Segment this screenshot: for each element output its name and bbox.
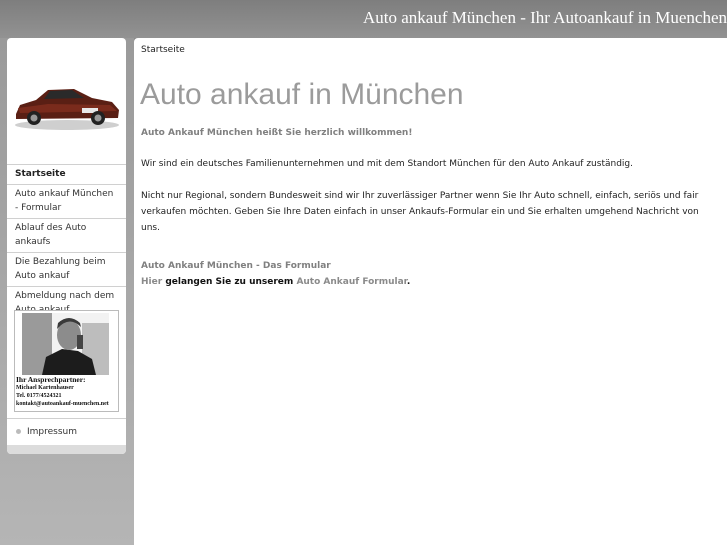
site-title[interactable]: Auto ankauf München - Ihr Autoankauf in … <box>363 8 727 28</box>
link-hier[interactable]: Hier <box>141 277 162 287</box>
link-text: gelangen Sie zu unserem <box>165 277 294 287</box>
header-bar: Auto ankauf München - Ihr Autoankauf in … <box>0 0 727 38</box>
contact-email: kontakt@autoankauf-muenchen.net <box>16 401 109 407</box>
sidebar: Startseite Auto ankauf München - Formula… <box>7 38 126 454</box>
contact-phone: Tel. 0177/4524321 <box>16 393 62 399</box>
nav-item-bezahlung[interactable]: Die Bezahlung beim Auto ankauf <box>7 252 126 286</box>
contact-text: Ihr Ansprechpartner: Michael Kartenhause… <box>16 376 109 408</box>
nav-item-ablauf[interactable]: Ablauf des Auto ankaufs <box>7 218 126 252</box>
form-subheading: Auto Ankauf München - Das Formular <box>141 261 331 271</box>
welcome-text: Auto Ankauf München heißt Sie herzlich w… <box>141 128 413 138</box>
car-logo-image[interactable] <box>12 78 122 132</box>
sidebar-divider <box>7 418 126 419</box>
contact-person-photo <box>22 313 109 375</box>
breadcrumb[interactable]: Startseite <box>141 45 185 55</box>
nav-item-formular[interactable]: Auto ankauf München - Formular <box>7 184 126 218</box>
sidebar-footer <box>7 445 126 454</box>
partner-paragraph: Nicht nur Regional, sondern Bundesweit s… <box>141 191 699 233</box>
intro-paragraph: Wir sind ein deutsches Familienunternehm… <box>141 159 633 169</box>
nav-item-startseite[interactable]: Startseite <box>7 164 126 184</box>
contact-title: Ihr Ansprechpartner: <box>16 375 86 384</box>
sidebar-nav: Startseite Auto ankauf München - Formula… <box>7 164 126 320</box>
form-link-line: Hier gelangen Sie zu unserem Auto Ankauf… <box>141 274 701 290</box>
contact-name: Michael Kartenhauser <box>16 385 74 391</box>
bullet-icon <box>16 429 21 434</box>
main-content: Startseite Auto ankauf in München Auto A… <box>134 38 727 545</box>
contact-card: Ihr Ansprechpartner: Michael Kartenhause… <box>14 310 119 412</box>
link-formular[interactable]: Auto Ankauf Formular <box>296 277 406 287</box>
page-title: Auto ankauf in München <box>140 78 464 111</box>
impressum-link[interactable]: Impressum <box>16 427 77 437</box>
impressum-label: Impressum <box>27 427 78 437</box>
link-period: . <box>406 277 411 287</box>
